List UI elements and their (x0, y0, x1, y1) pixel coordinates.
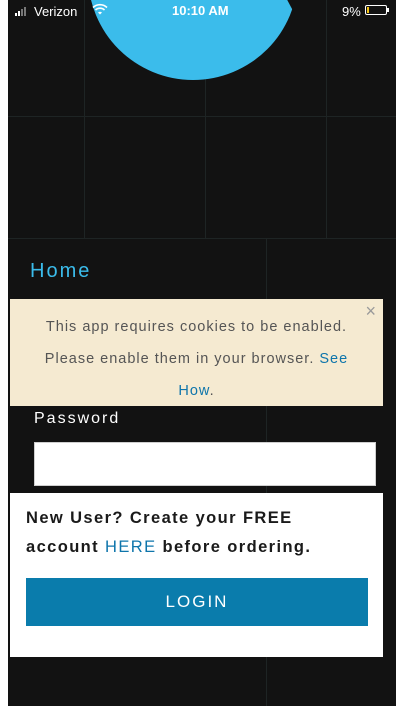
grid-line (8, 238, 396, 239)
wifi-icon (92, 3, 108, 15)
cookie-message: This app requires cookies to be enabled.… (44, 319, 348, 367)
grid-line (326, 0, 327, 238)
battery-icon (365, 5, 387, 15)
signup-prompt: New User? Create your FREE account HERE … (26, 504, 371, 562)
close-icon[interactable]: × (365, 302, 377, 320)
cookie-trailing: . (209, 383, 215, 399)
login-button[interactable]: LOGIN (26, 578, 368, 626)
password-field[interactable] (34, 442, 376, 486)
signup-suffix: before ordering. (156, 538, 312, 556)
clock: 10:10 AM (172, 3, 229, 18)
grid-line (8, 116, 396, 117)
status-bar: Verizon 10:10 AM 9% (8, 0, 396, 22)
page-title: Home (30, 260, 92, 282)
signal-bars-icon (15, 7, 31, 16)
create-account-link[interactable]: HERE (105, 538, 156, 556)
password-label: Password (34, 410, 121, 427)
battery-percent: 9% (342, 4, 361, 19)
signup-card: New User? Create your FREE account HERE … (10, 493, 383, 657)
battery-terminal (387, 8, 389, 12)
battery-level-fill (367, 7, 369, 13)
cookie-notice: × This app requires cookies to be enable… (10, 299, 383, 406)
carrier-name: Verizon (34, 4, 78, 19)
grid-line (84, 0, 85, 238)
